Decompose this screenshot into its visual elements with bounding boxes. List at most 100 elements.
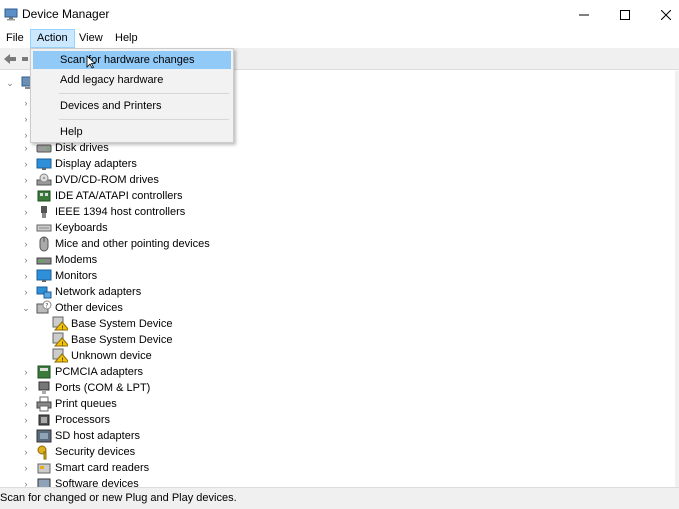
firewire-icon [41,206,47,218]
tree-item[interactable]: › DVD/CD-ROM drives [20,172,159,188]
tree-item[interactable]: › PCMCIA adapters [20,364,143,380]
port-icon [38,381,50,394]
tree-item[interactable]: › Ports (COM & LPT) [20,380,150,396]
tree-child-item[interactable]: ! Unknown device [52,348,152,364]
chevron-right-icon[interactable]: › [20,188,32,204]
tree-item[interactable]: ⌄ ? Other devices [20,300,123,316]
tree-item-label: Other devices [55,302,123,314]
device-manager-icon [4,8,18,21]
chevron-right-icon[interactable]: › [20,412,32,428]
menu-action[interactable]: Action [30,29,75,48]
menu-view[interactable]: View [73,29,109,48]
warning-device-icon: ! [52,348,68,364]
tree-item-label: DVD/CD-ROM drives [55,174,159,186]
window-title: Device Manager [22,7,110,21]
minimize-button[interactable] [565,0,603,29]
chevron-right-icon[interactable]: › [20,252,32,268]
tree-child-item[interactable]: ! Base System Device [52,332,172,348]
tree-item[interactable]: › Software devices [20,476,139,487]
tree-item[interactable]: › SD host adapters [20,428,140,444]
ide-controller-icon [37,190,51,202]
sd-card-icon [36,429,52,443]
menu-separator [59,93,229,94]
close-button[interactable] [647,0,679,29]
tree-item[interactable]: › Security devices [20,444,135,460]
svg-text:!: ! [61,325,63,332]
chevron-down-icon[interactable]: ⌄ [4,75,16,91]
back-arrow-icon[interactable] [2,51,18,67]
dvd-drive-icon [36,173,52,186]
chevron-right-icon[interactable]: › [20,156,32,172]
chevron-right-icon[interactable]: › [20,380,32,396]
menu-item-scan-hardware[interactable]: Scan for hardware changes [33,51,231,69]
minimize-icon [579,14,589,15]
tree-item-label: Modems [55,254,98,266]
chevron-right-icon[interactable]: › [20,460,32,476]
network-adapter-icon [36,286,52,299]
tree-item[interactable]: › Smart card readers [20,460,150,476]
tree-item-label: Ports (COM & LPT) [55,382,151,394]
keyboard-icon [36,224,52,232]
menu-help[interactable]: Help [109,29,144,48]
menu-file[interactable]: File [0,29,30,48]
printer-icon [36,396,52,412]
maximize-icon [620,9,630,20]
tree-child-item[interactable]: ! Base System Device [52,316,172,332]
chevron-right-icon[interactable]: › [20,396,32,412]
chevron-down-icon[interactable]: ⌄ [20,300,32,316]
mouse-icon [39,236,49,252]
monitor-icon [36,269,52,282]
chevron-right-icon[interactable]: › [20,444,32,460]
chevron-right-icon[interactable]: › [20,220,32,236]
tree-item[interactable]: › Monitors [20,268,97,284]
tree-item-label: Smart card readers [55,462,150,474]
software-device-icon [37,478,51,487]
tree-item[interactable]: › Mice and other pointing devices [20,236,210,252]
tree-item-label: SD host adapters [55,430,140,442]
title-bar: Device Manager [0,0,679,29]
svg-text:?: ? [45,303,48,310]
warning-device-icon: ! [52,332,68,348]
status-text: Scan for changed or new Plug and Play de… [0,492,237,504]
display-adapter-icon [36,158,52,170]
tree-item[interactable]: › IEEE 1394 host controllers [20,204,185,220]
close-icon [661,9,671,20]
chevron-right-icon[interactable]: › [20,236,32,252]
chevron-right-icon[interactable]: › [20,172,32,188]
vertical-scrollbar[interactable] [675,71,679,487]
tree-item-label: PCMCIA adapters [55,366,144,378]
tree-item-label: Monitors [55,270,98,282]
maximize-button[interactable] [606,0,644,29]
pcmcia-icon [37,365,51,379]
menu-item-devices-printers[interactable]: Devices and Printers [33,97,231,115]
menu-item-add-legacy-hardware[interactable]: Add legacy hardware [33,71,231,89]
tree-item-label: Network adapters [55,286,142,298]
menu-bar: File Action View Help [0,29,679,48]
modem-icon [36,257,52,265]
tree-item-label: Base System Device [71,318,173,330]
chevron-right-icon[interactable]: › [20,428,32,444]
menu-item-help[interactable]: Help [33,123,231,141]
menu-separator [59,119,229,120]
tree-item-label: IDE ATA/ATAPI controllers [55,190,183,202]
chevron-right-icon[interactable]: › [20,284,32,300]
tree-item-label: Mice and other pointing devices [55,238,210,250]
tree-item[interactable]: › Keyboards [20,220,108,236]
tree-item[interactable]: › Display adapters [20,156,137,172]
svg-text:!: ! [61,357,63,364]
security-key-icon [37,445,47,460]
chevron-right-icon[interactable]: › [20,364,32,380]
tree-item-label: Keyboards [55,222,108,234]
tree-item[interactable]: › IDE ATA/ATAPI controllers [20,188,183,204]
tree-item[interactable]: › Processors [20,412,111,428]
tree-item[interactable]: › Network adapters [20,284,141,300]
other-devices-icon: ? [36,300,52,314]
tree-item[interactable]: › Print queues [20,396,117,412]
tree-item-label: IEEE 1394 host controllers [55,206,186,218]
tree-item-label: Display adapters [55,158,137,170]
chevron-right-icon[interactable]: › [20,204,32,220]
chevron-right-icon[interactable]: › [20,476,32,487]
chevron-right-icon[interactable]: › [20,268,32,284]
tree-item[interactable]: › Modems [20,252,98,268]
action-menu-dropdown: Scan for hardware changes Add legacy har… [30,48,234,143]
